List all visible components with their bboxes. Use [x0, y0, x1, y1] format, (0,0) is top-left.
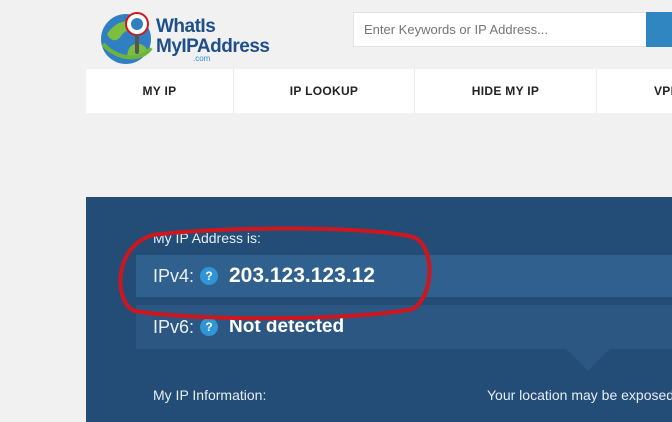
ipv6-value: Not detected — [229, 316, 345, 337]
search-button[interactable] — [646, 12, 672, 47]
main-nav: MY IP IP LOOKUP HIDE MY IP VPN — [86, 69, 672, 113]
ipv4-value: 203.123.123.12 — [229, 264, 375, 287]
ipv4-row: IPv4: ? 203.123.123.12 — [136, 255, 672, 297]
ipv4-label: IPv4: — [153, 266, 195, 286]
nav-item-ip-lookup[interactable]: IP LOOKUP — [234, 69, 415, 113]
search-input[interactable] — [353, 12, 647, 47]
nav-item-hide-my-ip[interactable]: HIDE MY IP — [415, 69, 597, 113]
ipv4-help-icon[interactable]: ? — [200, 267, 218, 285]
nav-item-vpn[interactable]: VPN — [597, 69, 672, 113]
ip-info-label: My IP Information: — [153, 387, 267, 403]
ip-panel-heading: My IP Address is: — [153, 230, 261, 246]
ipv6-label: IPv6: — [153, 317, 195, 337]
location-warning-label: Your location may be exposed — [487, 387, 672, 403]
nav-item-my-ip[interactable]: MY IP — [86, 69, 234, 113]
logo-suffix: .com — [193, 54, 211, 63]
row-pointer-arrow — [566, 349, 610, 371]
globe-logo-icon — [101, 12, 153, 64]
ipv6-row: IPv6: ? Not detected — [136, 305, 672, 349]
logo-line1: WhatIs — [156, 16, 216, 37]
ip-address-panel: My IP Address is: IPv4: ? 203.123.123.12… — [86, 197, 672, 422]
ipv6-help-icon[interactable]: ? — [200, 318, 218, 336]
logo-line2: MyIPAddress — [156, 36, 270, 57]
site-logo[interactable]: WhatIs MyIPAddress .com — [97, 8, 277, 66]
